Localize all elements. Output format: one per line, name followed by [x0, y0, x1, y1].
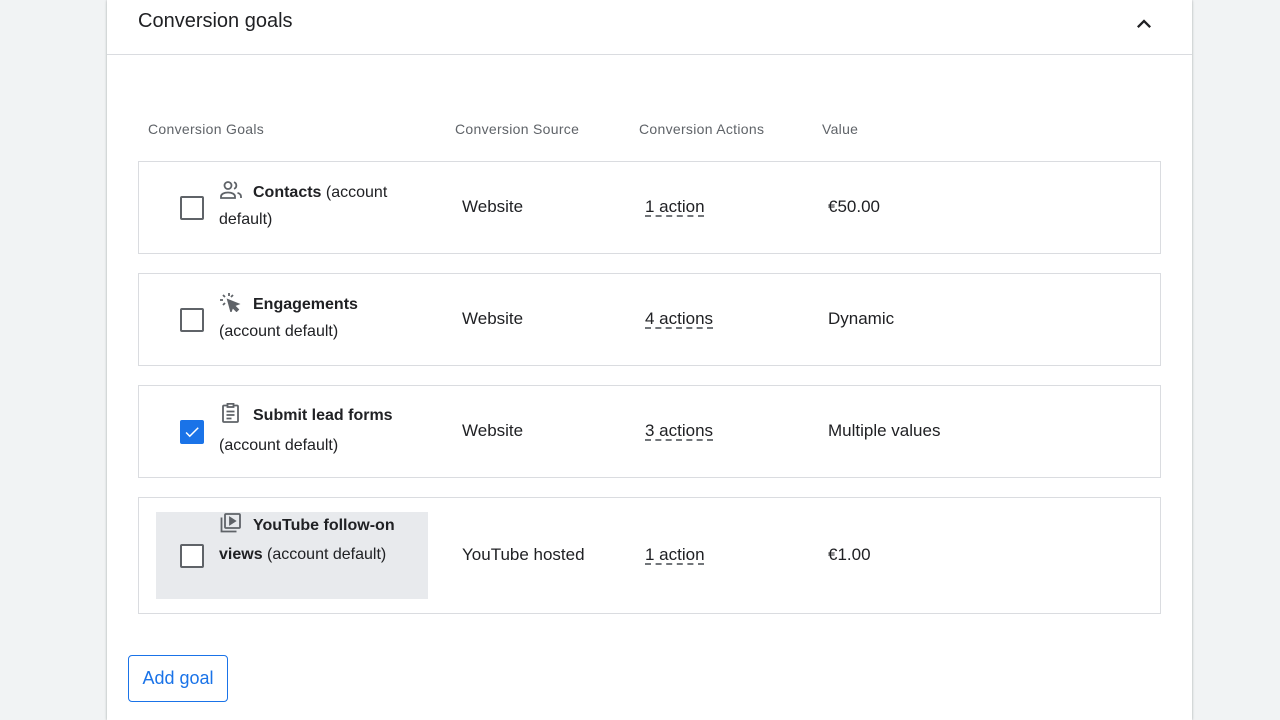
conversion-value: Dynamic: [828, 309, 895, 328]
goal-name: Submit lead forms: [253, 407, 393, 424]
goal-label: YouTube follow-on views (account default…: [219, 511, 419, 569]
conversion-source: Website: [462, 421, 524, 440]
conversion-actions-link[interactable]: 1 action: [645, 545, 705, 565]
conversion-actions-link[interactable]: 1 action: [645, 197, 705, 217]
chevron-up-icon[interactable]: [1130, 10, 1158, 38]
section-header[interactable]: Conversion goals: [107, 0, 1192, 55]
conversion-source: Website: [462, 197, 524, 216]
column-header-actions: Conversion Actions: [639, 121, 765, 137]
people-icon: [219, 180, 243, 200]
conversion-value: €1.00: [828, 545, 871, 564]
goal-checkbox[interactable]: [180, 308, 204, 332]
goal-cell: Contacts (account default): [156, 162, 428, 253]
goal-cell[interactable]: YouTube follow-on views (account default…: [156, 512, 428, 599]
table-row: Engagements (account default) Website 4 …: [138, 273, 1161, 366]
section-title: Conversion goals: [138, 10, 293, 32]
goal-label: Engagements (account default): [219, 291, 419, 345]
goal-checkbox[interactable]: [180, 420, 204, 444]
column-header-goals: Conversion Goals: [148, 121, 265, 137]
goal-checkbox[interactable]: [180, 544, 204, 568]
conversion-source: Website: [462, 309, 524, 328]
clipboard-form-icon: [219, 402, 243, 423]
checkmark-icon: [185, 427, 199, 438]
table-row: Submit lead forms (account default) Webs…: [138, 385, 1161, 478]
goal-checkbox[interactable]: [180, 196, 204, 220]
conversion-actions-link[interactable]: 3 actions: [645, 421, 713, 441]
column-header-value: Value: [822, 121, 859, 137]
conversion-value: Multiple values: [828, 421, 941, 440]
goal-suffix: (account default): [219, 437, 339, 454]
goal-cell: Submit lead forms (account default): [156, 386, 428, 477]
conversion-goals-card: Conversion goals Conversion Goals Conver…: [107, 0, 1192, 720]
video-library-icon: [219, 513, 243, 533]
conversion-actions-link[interactable]: 4 actions: [645, 309, 713, 329]
add-goal-button[interactable]: Add goal: [128, 655, 228, 702]
goal-label: Contacts (account default): [219, 179, 419, 233]
table-row: Contacts (account default) Website 1 act…: [138, 161, 1161, 254]
column-header-source: Conversion Source: [455, 121, 580, 137]
goal-name: Contacts: [253, 184, 322, 201]
goal-label: Submit lead forms (account default): [219, 401, 419, 461]
cursor-click-icon: [219, 292, 243, 314]
conversion-source: YouTube hosted: [462, 545, 585, 564]
goal-suffix: (account default): [262, 546, 387, 563]
goal-name: Engagements: [253, 296, 358, 313]
goal-cell: Engagements (account default): [156, 274, 428, 365]
goal-suffix: (account default): [219, 323, 339, 340]
table-row: YouTube follow-on views (account default…: [138, 497, 1161, 614]
conversion-value: €50.00: [828, 197, 880, 216]
